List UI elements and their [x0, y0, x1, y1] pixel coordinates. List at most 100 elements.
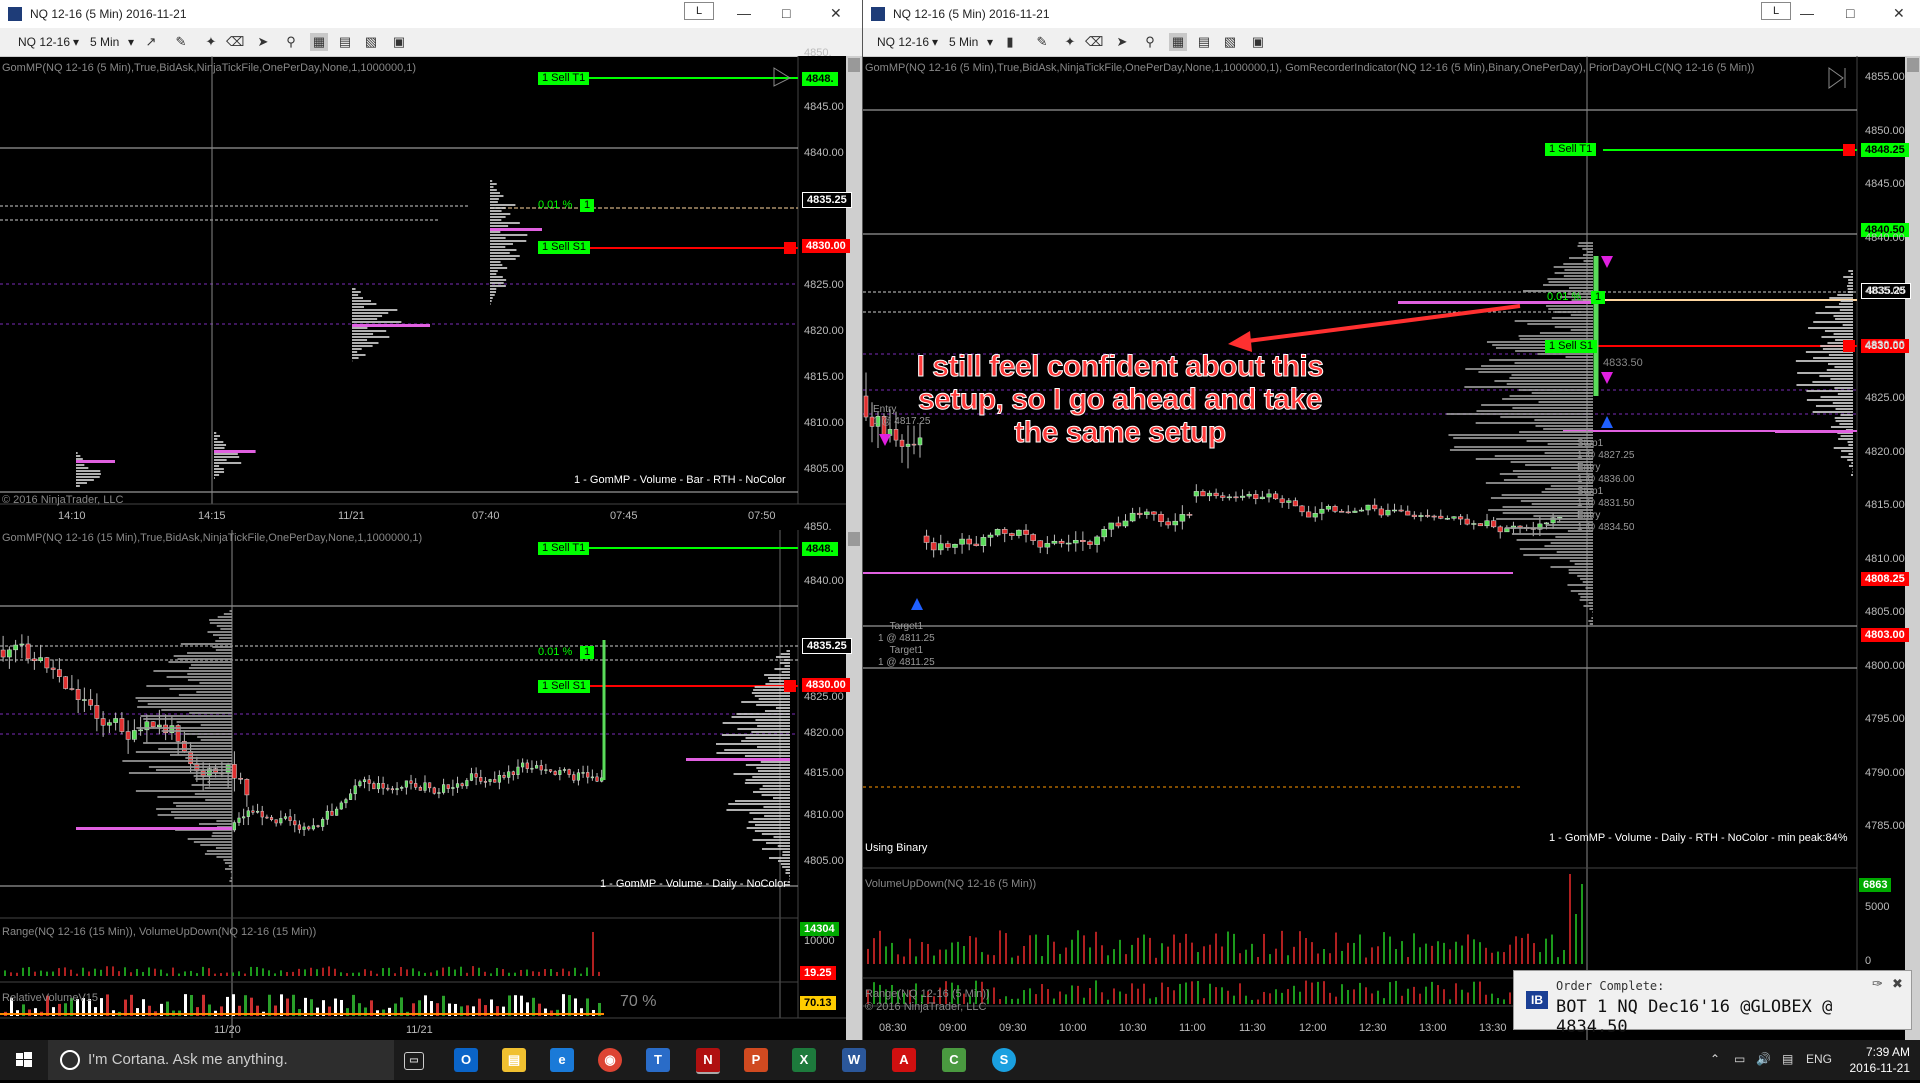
- ninjatrader-taskbar-icon[interactable]: N: [696, 1048, 720, 1074]
- close-icon[interactable]: ✕: [1893, 5, 1905, 22]
- task-view-icon[interactable]: ▭: [404, 1052, 424, 1070]
- indicators-icon[interactable]: ▧: [362, 33, 380, 51]
- file-explorer-icon[interactable]: ▤: [502, 1048, 526, 1072]
- right-chart-pane[interactable]: GomMP(NQ 12-16 (5 Min),True,BidAsk,Ninja…: [863, 56, 1920, 1040]
- magic-wand-icon[interactable]: ✦: [1061, 33, 1079, 51]
- interval-selector[interactable]: 5 Min: [90, 35, 119, 49]
- eraser-icon[interactable]: ⌫: [226, 33, 244, 51]
- candlestick-icon[interactable]: ▮: [1001, 33, 1019, 51]
- system-clock[interactable]: 7:39 AM 2016-11-21: [1850, 1044, 1911, 1076]
- candle-body: [363, 780, 366, 782]
- magic-wand-icon[interactable]: ✦: [202, 33, 220, 51]
- link-button[interactable]: L: [684, 2, 714, 20]
- volume-profile-bar: [1519, 431, 1593, 433]
- tws-icon[interactable]: T: [646, 1048, 670, 1072]
- qty-tag[interactable]: 1: [580, 646, 594, 659]
- volume-profile-bar: [776, 707, 790, 709]
- volume-bar: [873, 938, 875, 964]
- zoom-icon[interactable]: ⚲: [1141, 33, 1159, 51]
- eraser-icon[interactable]: ⌫: [1085, 33, 1103, 51]
- excel-icon[interactable]: X: [792, 1048, 816, 1072]
- minimize-icon[interactable]: —: [737, 5, 751, 21]
- left-top-price-canvas[interactable]: [0, 56, 862, 530]
- order-complete-toast[interactable]: IB Order Complete: BOT 1 NQ Dec16'16 @GL…: [1513, 970, 1912, 1030]
- left-bottom-chart-pane[interactable]: GomMP(NQ 12-16 (15 Min),True,BidAsk,Ninj…: [0, 530, 862, 1040]
- powerpoint-icon[interactable]: P: [744, 1048, 768, 1072]
- interval-selector[interactable]: 5 Min: [949, 35, 978, 49]
- properties-icon[interactable]: ▣: [390, 33, 408, 51]
- volume-bar: [1221, 946, 1223, 964]
- volume-icon[interactable]: 🔊: [1756, 1052, 1771, 1066]
- right-price-canvas[interactable]: [863, 56, 1920, 1040]
- pdf-icon[interactable]: A: [892, 1048, 916, 1072]
- candle-body: [967, 539, 972, 544]
- instrument-selector[interactable]: NQ 12-16: [18, 35, 70, 49]
- volume-profile-bar: [352, 318, 377, 320]
- tray-chevron-icon[interactable]: ⌃: [1710, 1052, 1720, 1066]
- volume-profile-bar: [1831, 426, 1853, 428]
- volume-profile-bar: [194, 775, 232, 777]
- candle-body: [503, 775, 506, 777]
- zoom-icon[interactable]: ⚲: [282, 33, 300, 51]
- tray-display-icon[interactable]: ▭: [1734, 1052, 1745, 1066]
- range-bar: [1125, 994, 1127, 1004]
- sell-target-tag[interactable]: 1 Sell T1: [1545, 143, 1596, 156]
- close-icon[interactable]: ✖: [1892, 976, 1903, 992]
- range-volume-bar: [454, 970, 456, 976]
- sell-stop-tag[interactable]: 1 Sell S1: [538, 241, 590, 254]
- chart-style-icon[interactable]: ▦: [310, 33, 328, 51]
- chart-style-icon[interactable]: ▦: [1169, 33, 1187, 51]
- sell-stop-tag[interactable]: 1 Sell S1: [538, 680, 590, 693]
- volume-profile-bar: [199, 682, 232, 684]
- close-icon[interactable]: ✕: [830, 5, 842, 22]
- range-bar: [1143, 984, 1145, 1004]
- range-volume-bar: [514, 973, 516, 976]
- maximize-icon[interactable]: □: [782, 5, 790, 21]
- volume-profile-bar: [184, 733, 232, 735]
- pointer-icon[interactable]: ➤: [254, 33, 272, 51]
- start-button[interactable]: [0, 1040, 48, 1080]
- left-top-chart-pane[interactable]: GomMP(NQ 12-16 (5 Min),True,BidAsk,Ninja…: [0, 56, 862, 530]
- indicators-icon[interactable]: ▧: [1221, 33, 1239, 51]
- range-volume-bar: [52, 972, 54, 976]
- instrument-selector[interactable]: NQ 12-16: [877, 35, 929, 49]
- price-tick-label: 4835.00: [1865, 285, 1905, 297]
- outlook-icon[interactable]: O: [454, 1048, 478, 1072]
- maximize-icon[interactable]: □: [1846, 5, 1854, 21]
- data-series-icon[interactable]: ▤: [1195, 33, 1213, 51]
- right-titlebar[interactable]: NQ 12-16 (5 Min) 2016-11-21 L — □ ✕: [863, 0, 1920, 28]
- language-indicator[interactable]: ENG: [1806, 1052, 1832, 1066]
- range-volume-bar: [400, 967, 402, 976]
- volume-profile-bar: [762, 833, 790, 835]
- network-icon[interactable]: ▤: [1782, 1052, 1793, 1066]
- link-button[interactable]: L: [1761, 2, 1791, 20]
- sell-stop-tag[interactable]: 1 Sell S1: [1545, 340, 1597, 353]
- pencil-icon[interactable]: ✎: [1033, 33, 1051, 51]
- qty-tag[interactable]: 1: [1591, 291, 1605, 304]
- sell-arrow-icon: [879, 434, 891, 446]
- price-tick-label: 4805.00: [1865, 606, 1905, 618]
- sell-target-tag[interactable]: 1 Sell T1: [538, 542, 589, 555]
- camtasia-icon[interactable]: C: [942, 1048, 966, 1072]
- line-drawing-icon[interactable]: ↗: [142, 33, 160, 51]
- skype-icon[interactable]: S: [992, 1048, 1016, 1072]
- left-titlebar[interactable]: NQ 12-16 (5 Min) 2016-11-21 L — □ ✕: [0, 0, 862, 28]
- pointer-icon[interactable]: ➤: [1113, 33, 1131, 51]
- chrome-icon[interactable]: ◉: [598, 1048, 622, 1072]
- volume-profile-bar: [1812, 381, 1853, 383]
- pencil-icon[interactable]: ✎: [172, 33, 190, 51]
- minimize-icon[interactable]: —: [1800, 5, 1814, 21]
- cortana-search[interactable]: I'm Cortana. Ask me anything.: [48, 1040, 394, 1080]
- left-bottom-price-canvas[interactable]: [0, 530, 862, 1040]
- qty-tag[interactable]: 1: [580, 199, 594, 212]
- edge-icon[interactable]: e: [550, 1048, 574, 1072]
- sell-target-tag[interactable]: 1 Sell T1: [538, 72, 589, 85]
- volume-profile-bar: [1813, 321, 1853, 323]
- word-icon[interactable]: W: [842, 1048, 866, 1072]
- properties-icon[interactable]: ▣: [1249, 33, 1267, 51]
- volume-profile-bar: [1579, 242, 1593, 244]
- data-series-icon[interactable]: ▤: [336, 33, 354, 51]
- candle-body: [410, 781, 413, 784]
- candle-body: [284, 817, 287, 819]
- pin-icon[interactable]: ✑: [1872, 976, 1883, 992]
